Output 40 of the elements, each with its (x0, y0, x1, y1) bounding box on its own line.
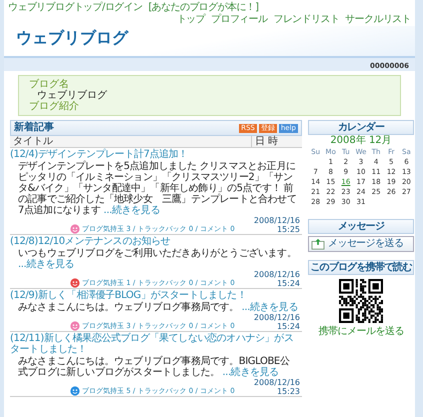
post-date: 2008/12/16 (254, 270, 300, 279)
post-time: 15:23 (276, 387, 300, 396)
column-header: 日 時 (254, 136, 280, 147)
sidebar-heading: このブログを携帯で読む (308, 260, 414, 275)
post-date: 2008/12/16 (254, 378, 300, 387)
post-date: 2008/12/16 (254, 216, 300, 225)
post-time: 15:24 (276, 279, 300, 288)
nav-link[interactable]: フレンドリスト (273, 14, 340, 26)
read-more-link[interactable]: ...続きを見る (242, 302, 298, 313)
header-link[interactable]: ウェブリブログトップ/ログイン (8, 2, 142, 14)
article-title-link[interactable]: (12/9)新しく「相澤優子BLOG」がスタートしました！ (10, 290, 302, 301)
sidebar-heading: カレンダー (308, 120, 414, 135)
article-excerpt: みなさまこんにちは。ウェブリブログ事務局です。 ...続きを見る (17, 301, 299, 313)
info-label: ブログ紹介 (29, 101, 80, 112)
column-header: タイトル (10, 136, 252, 147)
info-label: ブログ名 (29, 79, 70, 90)
post-time: 15:24 (276, 322, 300, 331)
article-title-link[interactable]: (12/11)新しく橘果恋公式ブログ「果てしない恋のオハナシ」がスタートしました！ (10, 333, 302, 355)
article-title-link[interactable]: (12/8)12/10メンテナンスのお知らせ (10, 236, 302, 247)
blog-title[interactable]: ウェブリブログ (16, 26, 128, 50)
calendar-month: 2008年 12月 (329, 135, 393, 147)
read-more-link[interactable]: ...続きを見る (104, 205, 160, 216)
send-mail-link[interactable]: 携帯にメールを送る (308, 326, 414, 338)
send-message-button[interactable]: メッセージを送る (308, 236, 414, 252)
nav-link[interactable]: プロフィール (210, 14, 268, 26)
article-excerpt: デザインテンプレートを5点追加しました クリスマスとお正月にピッタリの「イルミネーション」「クリスマスツリー2」「サンタ&バイク」「サンタ配達中」「新年しめ飾り」の5点です！ 前の記事でご紹介した「地球少女 三鷹」テンプレートと合わせて7点追加になります ...続きを見る (17, 160, 298, 216)
qr-code-drawing (339, 279, 383, 323)
blog-name: ウェブリブログ (37, 90, 108, 101)
article-excerpt: みなさまこんにちは。ウェブリブログ事務局です。BIGLOBE公式ブログに新しいブログがスタートしました。 ...続きを見る (17, 355, 290, 378)
article-title-link[interactable]: (12/4)デザインテンプレート計7点追加！ (10, 149, 302, 160)
read-more-link[interactable]: ...続きを見る (222, 367, 279, 378)
article-excerpt: いつもウェブリブログをご利用いただきありがとうございます。 ...続きを見る (17, 247, 298, 270)
sidebar-heading: メッセージ (308, 219, 414, 234)
nav-link[interactable]: サークルリスト (345, 14, 411, 26)
panel-title: 新着記事 (14, 122, 54, 134)
post-time: 15:25 (276, 225, 300, 234)
header-link[interactable]: [あなたのブログが本に！] (148, 2, 258, 14)
nav-link[interactable]: トップ (176, 14, 205, 26)
post-date: 2008/12/16 (254, 313, 300, 322)
read-more-link[interactable]: ...続きを見る (18, 259, 74, 270)
